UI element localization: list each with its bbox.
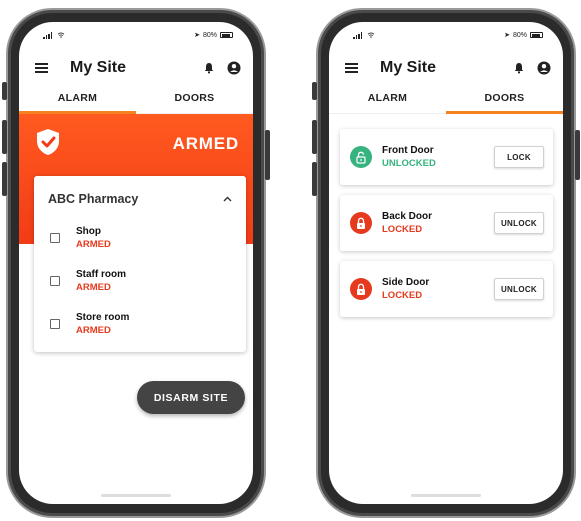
doors-list: Front Door UNLOCKED LOCK Back Door LOCKE…	[329, 114, 563, 317]
lock-closed-icon	[350, 212, 372, 234]
lock-closed-icon	[350, 278, 372, 300]
battery-icon	[220, 32, 233, 38]
site-card: ABC Pharmacy Shop ARMED Staff room ARMED	[34, 176, 246, 352]
phone-doors: ➤ 80% My Site ALARM DOORS Front Door UNL…	[312, 8, 580, 518]
door-state: UNLOCKED	[382, 158, 436, 169]
chevron-up-icon[interactable]	[223, 196, 232, 202]
unlock-button[interactable]: UNLOCK	[494, 278, 544, 300]
room-name: Shop	[76, 225, 101, 237]
tab-bar: ALARM DOORS	[19, 88, 253, 114]
doors-screen: ➤ 80% My Site ALARM DOORS Front Door UNL…	[329, 22, 563, 504]
room-name: Staff room	[76, 268, 126, 280]
room-item: Staff room ARMED	[48, 259, 232, 302]
door-name: Front Door	[382, 145, 434, 156]
tab-alarm[interactable]: ALARM	[19, 88, 136, 114]
unlock-button[interactable]: UNLOCK	[494, 212, 544, 234]
door-name: Back Door	[382, 211, 433, 222]
tab-alarm[interactable]: ALARM	[329, 88, 446, 113]
tab-doors[interactable]: DOORS	[446, 88, 563, 114]
door-state: LOCKED	[382, 290, 423, 301]
bell-icon[interactable]	[513, 62, 525, 74]
battery-percent: 80%	[512, 31, 527, 39]
home-indicator	[101, 494, 171, 497]
disarm-site-button[interactable]: DISARM SITE	[137, 381, 245, 414]
lock-button[interactable]: LOCK	[494, 146, 544, 168]
app-bar: My Site	[19, 48, 253, 88]
bell-icon[interactable]	[203, 62, 215, 74]
signal-icon	[43, 31, 53, 39]
armed-status-text: ARMED	[172, 134, 239, 153]
room-item: Shop ARMED	[48, 216, 232, 259]
room-state: ARMED	[76, 324, 111, 336]
room-checkbox[interactable]	[50, 318, 60, 329]
page-title: My Site	[380, 59, 437, 76]
signal-icon	[353, 31, 363, 39]
room-state: ARMED	[76, 281, 111, 293]
door-card-back: Back Door LOCKED UNLOCK	[340, 195, 553, 251]
door-name: Side Door	[382, 277, 430, 288]
room-item: Store room ARMED	[48, 302, 232, 345]
location-icon: ➤	[194, 32, 200, 39]
battery-percent: 80%	[202, 31, 217, 39]
battery-icon	[530, 32, 543, 38]
room-state: ARMED	[76, 238, 111, 250]
tab-bar: ALARM DOORS	[329, 88, 563, 114]
user-icon[interactable]	[227, 61, 241, 75]
room-name: Store room	[76, 311, 130, 323]
lock-open-icon	[350, 146, 372, 168]
app-bar: My Site	[329, 48, 563, 88]
wifi-icon	[58, 32, 65, 38]
power-button	[265, 130, 270, 180]
user-icon[interactable]	[537, 61, 551, 75]
door-card-front: Front Door UNLOCKED LOCK	[340, 129, 553, 185]
room-checkbox[interactable]	[50, 275, 60, 286]
mute-switch	[2, 82, 7, 100]
door-card-side: Side Door LOCKED UNLOCK	[340, 261, 553, 317]
alarm-screen: ➤ 80% My Site ALARM DOORS ARMED ABC Phar…	[19, 22, 253, 504]
tab-doors[interactable]: DOORS	[136, 88, 253, 113]
volume-up-button	[312, 120, 317, 154]
phone-alarm: ➤ 80% My Site ALARM DOORS ARMED ABC Phar…	[2, 8, 270, 518]
menu-icon[interactable]	[35, 62, 48, 74]
home-indicator	[411, 494, 481, 497]
volume-up-button	[2, 120, 7, 154]
shield-check-icon	[37, 129, 59, 155]
page-title: My Site	[70, 59, 127, 76]
wifi-icon	[368, 32, 375, 38]
door-state: LOCKED	[382, 224, 423, 235]
room-checkbox[interactable]	[50, 232, 60, 243]
menu-icon[interactable]	[345, 62, 358, 74]
location-icon: ➤	[504, 32, 510, 39]
mute-switch	[312, 82, 317, 100]
site-name: ABC Pharmacy	[48, 192, 139, 206]
volume-down-button	[312, 162, 317, 196]
volume-down-button	[2, 162, 7, 196]
power-button	[575, 130, 580, 180]
status-bar: ➤ 80%	[329, 22, 563, 48]
status-bar: ➤ 80%	[19, 22, 253, 48]
